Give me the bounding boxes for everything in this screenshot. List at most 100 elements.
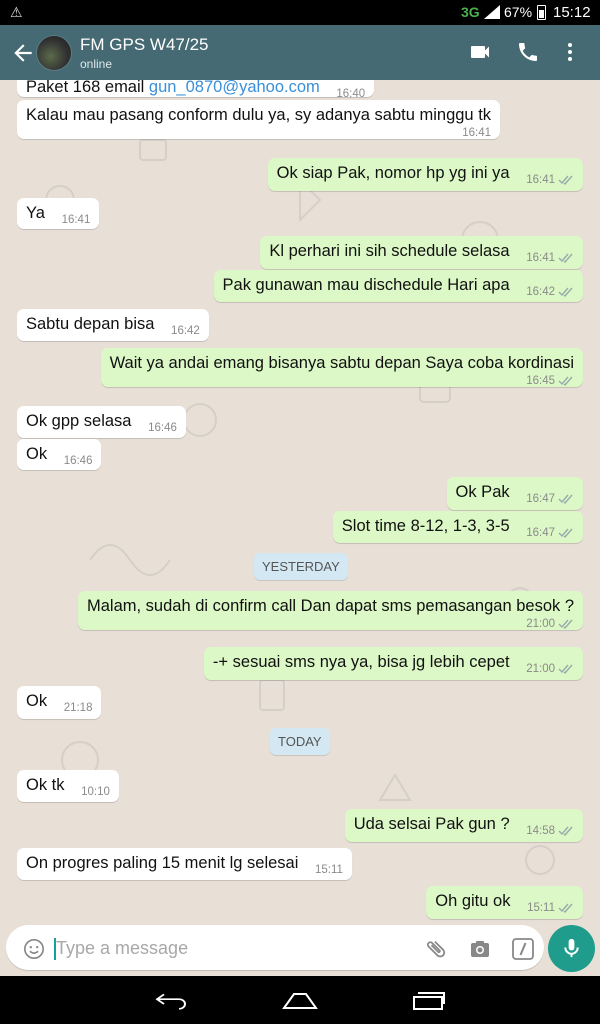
double-check-icon xyxy=(558,664,573,674)
message-text: Sabtu depan bisa xyxy=(26,315,155,333)
contact-status: online xyxy=(80,57,113,71)
message-incoming[interactable]: Ok 16:46 xyxy=(17,439,102,470)
status-bar: ⚠ 3G 67% 15:12 xyxy=(0,0,600,25)
double-check-icon xyxy=(558,253,573,263)
message-time: 16:41 xyxy=(61,214,91,226)
message-meta: 16:45 xyxy=(110,375,574,387)
message-outgoing[interactable]: Wait ya andai emang bisanya sabtu depan … xyxy=(100,348,583,387)
message-text: Ok xyxy=(26,692,48,710)
date-divider-yesterday: YESTERDAY xyxy=(254,553,348,580)
message-time: 16:40 xyxy=(336,88,366,100)
message-time: 16:41 xyxy=(526,174,555,186)
microphone-icon xyxy=(564,938,579,958)
video-call-icon[interactable] xyxy=(468,40,492,64)
message-time: 16:47 xyxy=(526,493,555,505)
system-nav-bar xyxy=(0,976,600,1024)
message-time: 16:42 xyxy=(171,325,200,337)
message-text: Slot time 8-12, 1-3, 3-5 xyxy=(341,517,510,535)
message-text: Kalau mau pasang conform dulu ya, sy ada… xyxy=(26,106,492,124)
message-text: Wait ya andai emang bisanya sabtu depan … xyxy=(109,354,574,372)
message-incoming[interactable]: Ok gpp selasa 16:46 xyxy=(17,406,186,438)
back-nav-icon[interactable] xyxy=(154,988,190,1012)
avatar[interactable] xyxy=(36,35,72,71)
message-field[interactable] xyxy=(6,925,544,970)
message-outgoing[interactable]: Malam, sudah di confirm call Dan dapat s… xyxy=(78,591,583,630)
message-outgoing[interactable]: Pak gunawan mau dischedule Hari apa 16:4… xyxy=(213,270,583,302)
message-input[interactable] xyxy=(56,935,406,961)
message-time: 15:11 xyxy=(315,864,343,876)
battery-icon xyxy=(537,5,546,20)
message-outgoing[interactable]: -+ sesuai sms nya ya, bisa jg lebih cepe… xyxy=(203,647,583,680)
message-meta: 16:41 xyxy=(526,174,574,186)
message-meta: 16:41 xyxy=(526,252,574,264)
battery-percent: 67% xyxy=(504,4,533,20)
message-time: 16:41 xyxy=(526,252,555,264)
message-time: 10:10 xyxy=(81,786,110,798)
message-incoming[interactable]: On progres paling 15 menit lg selesai 15… xyxy=(17,848,352,880)
message-text: Uda selsai Pak gun ? xyxy=(353,815,510,833)
microphone-button[interactable] xyxy=(548,925,595,972)
phone-icon[interactable] xyxy=(516,40,540,64)
message-outgoing[interactable]: Ok Pak 16:47 xyxy=(446,477,583,510)
double-check-icon xyxy=(558,287,573,297)
network-type: 3G xyxy=(461,4,480,20)
message-incoming[interactable]: Ok 21:18 xyxy=(17,686,102,719)
message-meta: 14:58 xyxy=(526,825,574,837)
message-text: Ok xyxy=(26,445,48,463)
chat-header: FM GPS W47/25 online xyxy=(0,25,600,80)
email-link[interactable]: gun_0870@yahoo.com xyxy=(149,80,320,96)
message-meta: 15:11 xyxy=(527,902,574,914)
message-incoming[interactable]: Ok tk 10:10 xyxy=(17,770,119,802)
status-time: 15:12 xyxy=(553,4,591,21)
message-time: 16:45 xyxy=(526,375,555,387)
message-time: 21:00 xyxy=(526,663,555,675)
message-outgoing[interactable]: Kl perhari ini sih schedule selasa 16:41 xyxy=(260,236,583,269)
double-check-icon xyxy=(558,826,573,836)
contact-name[interactable]: FM GPS W47/25 xyxy=(80,35,208,55)
message-meta: 16:47 xyxy=(526,493,574,505)
message-outgoing[interactable]: Oh gitu ok 15:11 xyxy=(426,886,583,919)
message-text: Pak gunawan mau dischedule Hari apa xyxy=(222,276,510,294)
message-time: 21:00 xyxy=(526,618,555,630)
message-text: Kl perhari ini sih schedule selasa xyxy=(269,242,510,260)
message-text: Ok siap Pak, nomor hp yg ini ya xyxy=(276,164,510,182)
camera-icon[interactable] xyxy=(468,937,492,961)
message-time: 16:41 xyxy=(462,127,492,139)
warning-triangle-icon: ⚠ xyxy=(10,4,23,20)
double-check-icon xyxy=(558,528,573,538)
message-text: -+ sesuai sms nya ya, bisa jg lebih cepe… xyxy=(212,653,510,671)
message-meta: 16:42 xyxy=(526,286,574,298)
double-check-icon xyxy=(558,619,573,629)
recents-nav-icon[interactable] xyxy=(411,988,447,1012)
message-time: 21:18 xyxy=(63,702,93,714)
slash-command-icon[interactable] xyxy=(511,937,535,961)
message-outgoing[interactable]: Slot time 8-12, 1-3, 3-5 16:47 xyxy=(332,511,583,543)
chat-area[interactable]: Paket 168 email gun_0870@yahoo.com 16:40… xyxy=(0,80,600,922)
home-nav-icon[interactable] xyxy=(282,988,318,1012)
message-text: Ok Pak xyxy=(455,483,510,501)
message-meta: 21:00 xyxy=(526,663,574,675)
double-check-icon xyxy=(558,494,573,504)
message-incoming[interactable]: Sabtu depan bisa 16:42 xyxy=(17,309,209,341)
emoji-icon[interactable] xyxy=(23,938,45,960)
message-outgoing[interactable]: Uda selsai Pak gun ? 14:58 xyxy=(344,809,583,842)
message-text: On progres paling 15 menit lg selesai xyxy=(26,854,299,872)
signal-icon xyxy=(484,5,500,19)
message-time: 14:58 xyxy=(526,825,555,837)
message-time: 16:46 xyxy=(148,422,177,434)
message-time: 16:46 xyxy=(63,455,93,467)
message-text: Ya xyxy=(26,204,45,222)
message-text: Ok tk xyxy=(26,776,65,794)
message-incoming[interactable]: Kalau mau pasang conform dulu ya, sy ada… xyxy=(17,100,501,139)
attachment-icon[interactable] xyxy=(424,937,448,961)
more-vert-icon[interactable] xyxy=(558,40,582,64)
message-incoming[interactable]: Paket 168 email gun_0870@yahoo.com 16:40 xyxy=(17,80,375,100)
message-meta: 16:47 xyxy=(526,527,574,539)
message-outgoing[interactable]: Ok siap Pak, nomor hp yg ini ya 16:41 xyxy=(267,158,583,191)
double-check-icon xyxy=(558,903,573,913)
message-time: 15:11 xyxy=(527,902,555,914)
message-time: 16:42 xyxy=(526,286,555,298)
message-incoming[interactable]: Ya 16:41 xyxy=(17,198,100,229)
back-arrow-icon[interactable] xyxy=(10,40,36,66)
message-composer xyxy=(0,922,600,976)
